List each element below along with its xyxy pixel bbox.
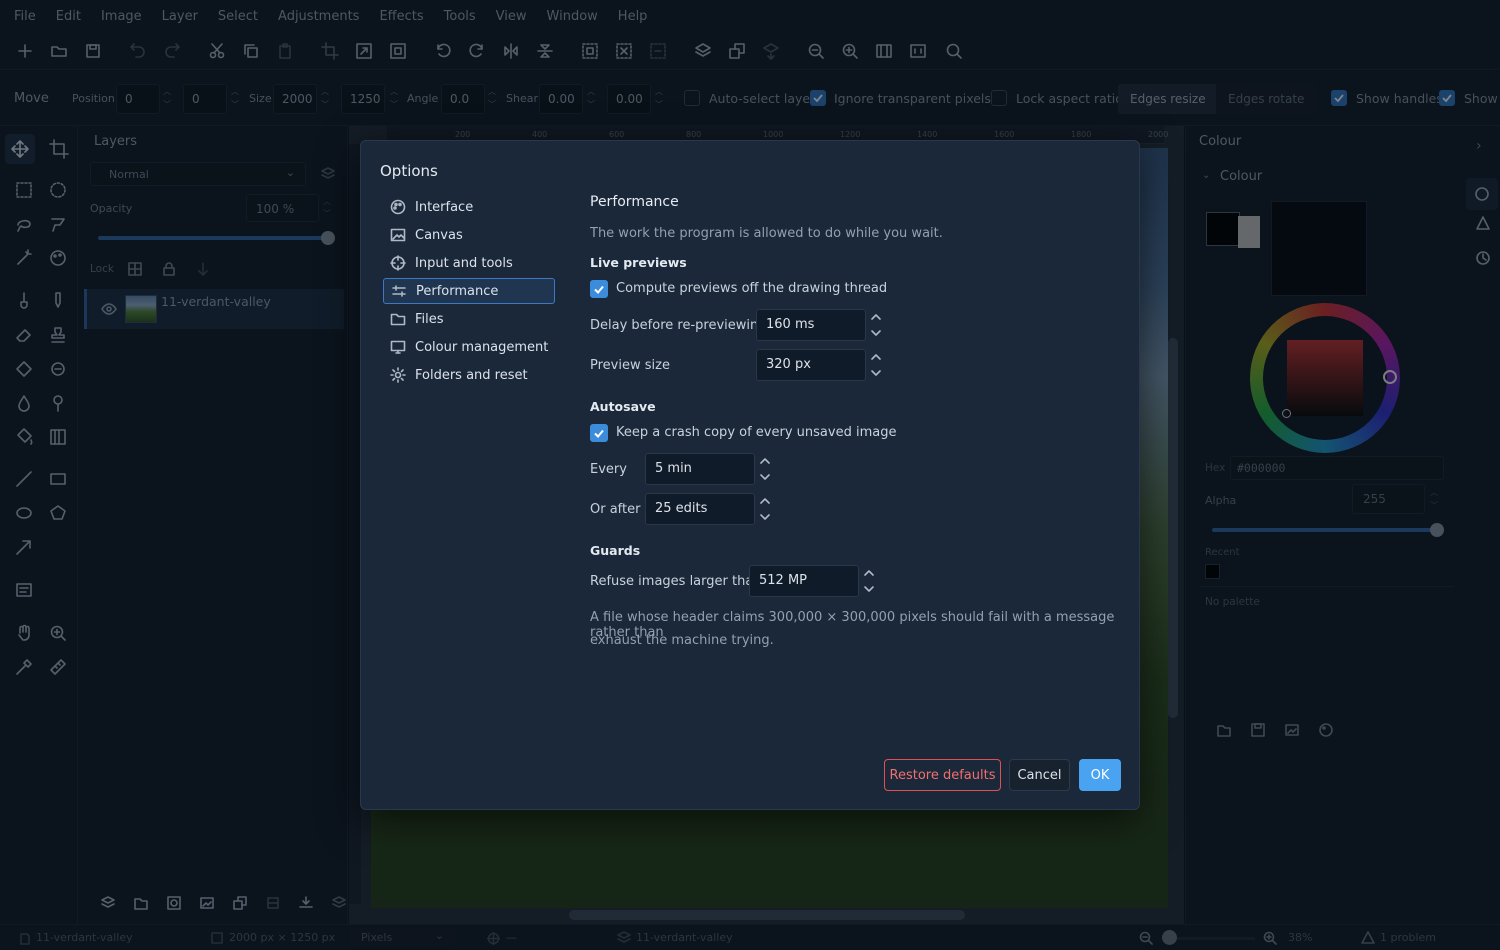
nav-canvas[interactable]: Canvas <box>383 222 555 248</box>
page-description: The work the program is allowed to do wh… <box>590 226 943 241</box>
compute-previews-checkbox[interactable] <box>590 280 608 298</box>
nav-label: Performance <box>416 283 499 299</box>
crash-copy-checkbox[interactable] <box>590 424 608 442</box>
refuse-input[interactable]: 512 MP <box>749 565 859 597</box>
nav-performance[interactable]: Performance <box>383 278 555 304</box>
nav-input-and-tools[interactable]: Input and tools <box>383 250 555 276</box>
guards-note-line-2: exhaust the machine trying. <box>590 633 774 648</box>
preview-size-input[interactable]: 320 px <box>756 349 866 381</box>
nav-files[interactable]: Files <box>383 306 555 332</box>
nav-label: Input and tools <box>415 255 513 271</box>
nav-interface[interactable]: Interface <box>383 194 555 220</box>
or-after-stepper[interactable] <box>759 494 771 524</box>
or-after-input[interactable]: 25 edits <box>645 493 755 525</box>
crash-copy-label: Keep a crash copy of every unsaved image <box>616 425 897 440</box>
nav-label: Folders and reset <box>415 367 528 383</box>
nav-folders-and-reset[interactable]: Folders and reset <box>383 362 555 388</box>
nav-label: Colour management <box>415 339 549 355</box>
options-dialog: Options Interface Canvas Input and tools… <box>360 140 1140 810</box>
ok-button[interactable]: OK <box>1079 759 1121 791</box>
preview-size-stepper[interactable] <box>870 350 882 380</box>
nav-label: Canvas <box>415 227 463 243</box>
delay-stepper[interactable] <box>870 310 882 340</box>
nav-label: Files <box>415 311 444 327</box>
nav-label: Interface <box>415 199 474 215</box>
crosshair-icon <box>390 255 406 271</box>
sliders-icon <box>392 285 406 297</box>
delay-label: Delay before re-previewing <box>590 318 767 333</box>
folder-icon <box>390 313 406 326</box>
palette-icon <box>390 199 406 215</box>
cancel-button[interactable]: Cancel <box>1009 759 1070 791</box>
nav-colour-management[interactable]: Colour management <box>383 334 555 360</box>
live-previews-heading: Live previews <box>590 255 687 270</box>
preview-size-label: Preview size <box>590 358 670 373</box>
every-input[interactable]: 5 min <box>645 453 755 485</box>
autosave-heading: Autosave <box>590 399 656 414</box>
or-after-label: Or after <box>590 502 641 517</box>
page-title: Performance <box>590 194 679 210</box>
guards-heading: Guards <box>590 543 641 558</box>
every-label: Every <box>590 462 627 477</box>
delay-input[interactable]: 160 ms <box>756 309 866 341</box>
refuse-label: Refuse images larger than <box>590 574 762 589</box>
compute-previews-label: Compute previews off the drawing thread <box>616 281 888 296</box>
monitor-icon <box>390 340 406 354</box>
dialog-title: Options <box>380 162 438 180</box>
every-stepper[interactable] <box>759 454 771 484</box>
refuse-stepper[interactable] <box>863 566 875 596</box>
restore-defaults-button[interactable]: Restore defaults <box>884 759 1001 791</box>
gear-icon <box>390 367 406 383</box>
image-icon <box>390 228 406 242</box>
